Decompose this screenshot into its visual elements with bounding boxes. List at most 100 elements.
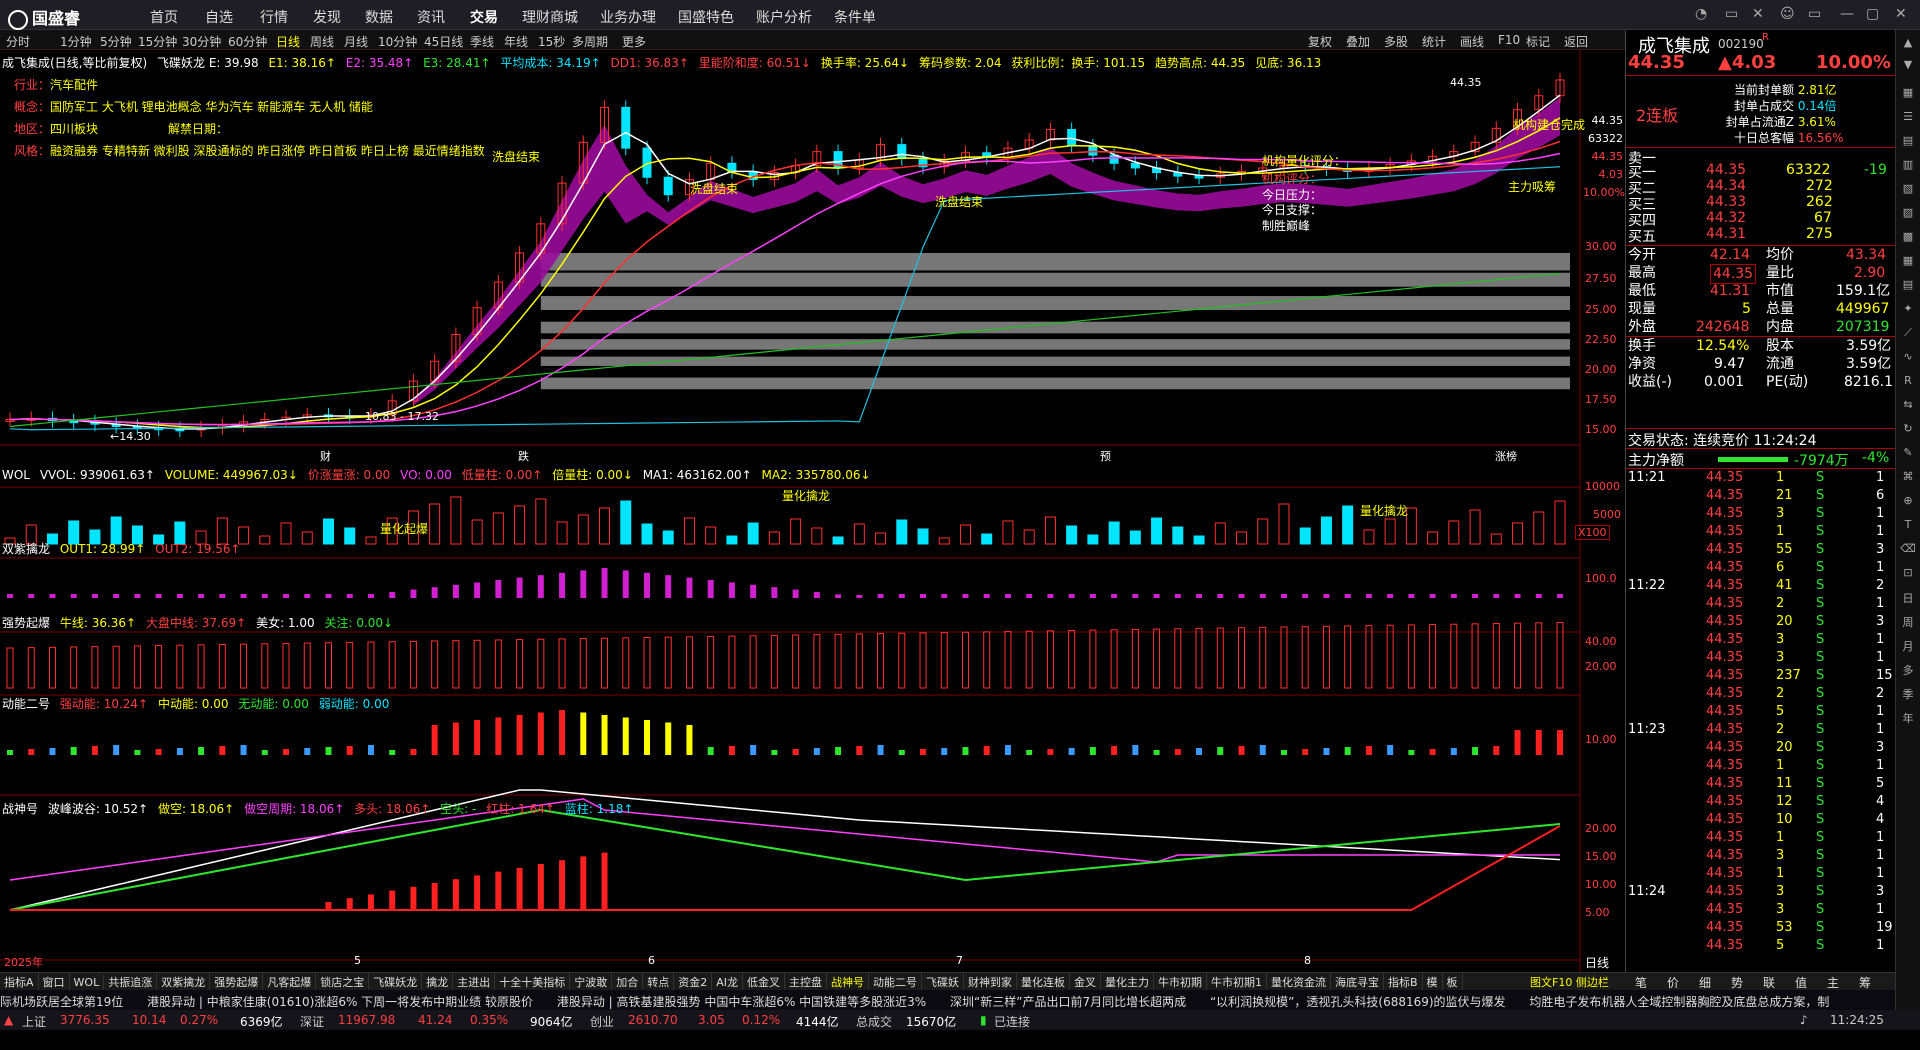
- compare-icon[interactable]: ⇆: [1900, 398, 1916, 414]
- eraser-icon[interactable]: ⌫: [1900, 542, 1916, 558]
- period-weekly[interactable]: 周线: [310, 33, 334, 50]
- tool-overlay[interactable]: 叠加: [1346, 33, 1370, 50]
- indicator-tab[interactable]: 战神号: [827, 973, 869, 990]
- pen-icon[interactable]: ✎: [1900, 446, 1916, 462]
- indicator-tab[interactable]: 财神到家: [964, 973, 1017, 990]
- indicator-tab[interactable]: 飞碟妖龙: [369, 973, 423, 990]
- period-more[interactable]: 更多: [622, 33, 646, 50]
- tools-icon[interactable]: ✕: [1752, 6, 1764, 22]
- indicator-tab[interactable]: 量化连板: [1017, 973, 1070, 990]
- zoom-icon[interactable]: ⊕: [1900, 494, 1916, 510]
- tool-f10[interactable]: F10: [1498, 33, 1520, 47]
- period-60min[interactable]: 60分钟: [228, 33, 267, 50]
- tick-list[interactable]: 11:21 44.35 1 S 1 44.35 21 S 6 44.35 3 S 1 44.35 1 S 1 44…: [1626, 470, 1896, 978]
- period-quarter[interactable]: 季线: [470, 33, 494, 50]
- indicator-tab[interactable]: 指标B: [1384, 973, 1423, 990]
- period-1min[interactable]: 1分钟: [60, 33, 92, 50]
- indicator-tab[interactable]: 宁波敢: [570, 973, 613, 990]
- period-year-icon[interactable]: 年: [1900, 710, 1916, 726]
- indicator-tab[interactable]: 量化主力: [1101, 973, 1154, 990]
- detail-tab[interactable]: 价: [1667, 974, 1679, 991]
- period-fenshi[interactable]: 分时: [6, 33, 30, 50]
- menu-features[interactable]: 国盛特色: [678, 7, 734, 27]
- indicator-tab[interactable]: 窗口: [39, 973, 70, 990]
- indicator-tab[interactable]: 指标A: [0, 973, 39, 990]
- period-year[interactable]: 年线: [504, 33, 528, 50]
- chat-icon[interactable]: ▭: [1725, 6, 1738, 22]
- indicator-tab[interactable]: 资金2: [674, 973, 713, 990]
- indicator-tab[interactable]: AI龙: [712, 973, 743, 990]
- index-name[interactable]: 上证: [22, 1013, 46, 1030]
- indicator-tab[interactable]: 锁店之宝: [316, 973, 370, 990]
- tool-back[interactable]: 返回: [1564, 33, 1588, 50]
- period-quarter-icon[interactable]: 季: [1900, 686, 1916, 702]
- period-30min[interactable]: 30分钟: [182, 33, 221, 50]
- indicator-tab[interactable]: WOL: [70, 975, 105, 990]
- refresh-icon[interactable]: ↻: [1900, 422, 1916, 438]
- minimize-mini-icon[interactable]: ▭: [1808, 6, 1821, 22]
- news-item[interactable]: 港股异动 | 中粮家佳康(01610)涨超6% 下周一将发布中期业绩 较原股价: [147, 995, 533, 1009]
- menu-trade[interactable]: 交易: [470, 7, 498, 27]
- tool-draw[interactable]: 画线: [1460, 33, 1484, 50]
- message-icon[interactable]: ◔: [1695, 6, 1707, 22]
- line-icon[interactable]: ⟋: [1900, 326, 1916, 342]
- x-axis-period[interactable]: 日线: [1585, 954, 1609, 971]
- menu-data[interactable]: 数据: [365, 7, 393, 27]
- indicator-tab[interactable]: 共振追涨: [104, 973, 158, 990]
- tool-stats[interactable]: 统计: [1422, 33, 1446, 50]
- table-icon[interactable]: ▦: [1900, 254, 1916, 270]
- indicator-tab[interactable]: 牛市初期1: [1207, 973, 1267, 990]
- ma-icon[interactable]: ∿: [1900, 350, 1916, 366]
- news-ticker[interactable]: 际机场跃居全球第19位 港股异动 | 中粮家佳康(01610)涨超6% 下周一将…: [0, 990, 1895, 1010]
- indicator-tab[interactable]: 转点: [643, 973, 675, 990]
- user-icon[interactable]: ☺: [1780, 6, 1795, 22]
- period-45day[interactable]: 45日线: [424, 33, 463, 50]
- menu-conditional[interactable]: 条件单: [834, 7, 876, 27]
- speaker-icon[interactable]: ♪: [1800, 1013, 1808, 1027]
- menu-market[interactable]: 行情: [260, 7, 288, 27]
- period-day-icon[interactable]: 日: [1900, 590, 1916, 606]
- right-bottom-label[interactable]: 图文F10 侧边栏: [1530, 974, 1609, 990]
- news-item[interactable]: 均胜电子发布机器人全域控制器胸腔及底盘总成方案，制: [1529, 995, 1829, 1009]
- indicator-tab[interactable]: 模: [1423, 973, 1443, 990]
- period-15min[interactable]: 15分钟: [138, 33, 177, 50]
- detail-tab[interactable]: 势: [1731, 974, 1743, 991]
- indicator-tab[interactable]: 主控盘: [785, 973, 827, 990]
- indicator-tab[interactable]: 飞碟妖: [922, 973, 964, 990]
- detail-tab[interactable]: 笔: [1635, 974, 1647, 991]
- news-item[interactable]: 深圳“新三样”产品出口前7月同比增长超两成: [950, 995, 1186, 1009]
- detail-tab[interactable]: 细: [1699, 974, 1711, 991]
- indicator-tab[interactable]: 加合: [612, 973, 644, 990]
- panel-icon[interactable]: ▨: [1900, 206, 1916, 222]
- menu-discover[interactable]: 发现: [313, 7, 341, 27]
- period-multi[interactable]: 多周期: [572, 33, 608, 50]
- index-name[interactable]: 深证: [300, 1013, 324, 1030]
- rsi-icon[interactable]: R: [1900, 374, 1916, 390]
- period-10min[interactable]: 10分钟: [378, 33, 417, 50]
- detail-tab[interactable]: 主: [1827, 974, 1839, 991]
- period-5min[interactable]: 5分钟: [100, 33, 132, 50]
- magnet-icon[interactable]: ⌘: [1900, 470, 1916, 486]
- menu-account[interactable]: 账户分析: [756, 7, 812, 27]
- indicator-tab[interactable]: 擒龙: [422, 973, 454, 990]
- star-icon[interactable]: ✦: [1900, 302, 1916, 318]
- detail-tab[interactable]: 联: [1763, 974, 1775, 991]
- down-arrow-icon[interactable]: ▼: [1900, 58, 1916, 74]
- detail-tab[interactable]: 筹: [1859, 974, 1871, 991]
- window-icon[interactable]: ▩: [1900, 230, 1916, 246]
- minimize-icon[interactable]: —: [1840, 6, 1854, 22]
- news-item[interactable]: “以利润换规模”，透视孔头科技(688169)的监伏与爆发: [1210, 995, 1506, 1009]
- menu-wealth[interactable]: 理财商城: [522, 7, 578, 27]
- period-daily[interactable]: 日线: [276, 33, 300, 50]
- period-monthly[interactable]: 月线: [344, 33, 368, 50]
- indicator-tab[interactable]: 金叉: [1070, 973, 1101, 990]
- chart-icon[interactable]: ▤: [1900, 134, 1916, 150]
- indicator-tab[interactable]: 主进出: [453, 973, 496, 990]
- indicator-tab[interactable]: 十全十美指标: [495, 973, 571, 990]
- tool-adjust[interactable]: 复权: [1308, 33, 1332, 50]
- indicator-tab[interactable]: 强势起爆: [210, 973, 264, 990]
- indicator-tab[interactable]: 双紫擒龙: [157, 973, 211, 990]
- tool-mark[interactable]: 标记: [1526, 33, 1550, 50]
- order-book-row[interactable]: 买五 44.31 275: [1626, 226, 1896, 245]
- maximize-icon[interactable]: ▢: [1866, 6, 1879, 22]
